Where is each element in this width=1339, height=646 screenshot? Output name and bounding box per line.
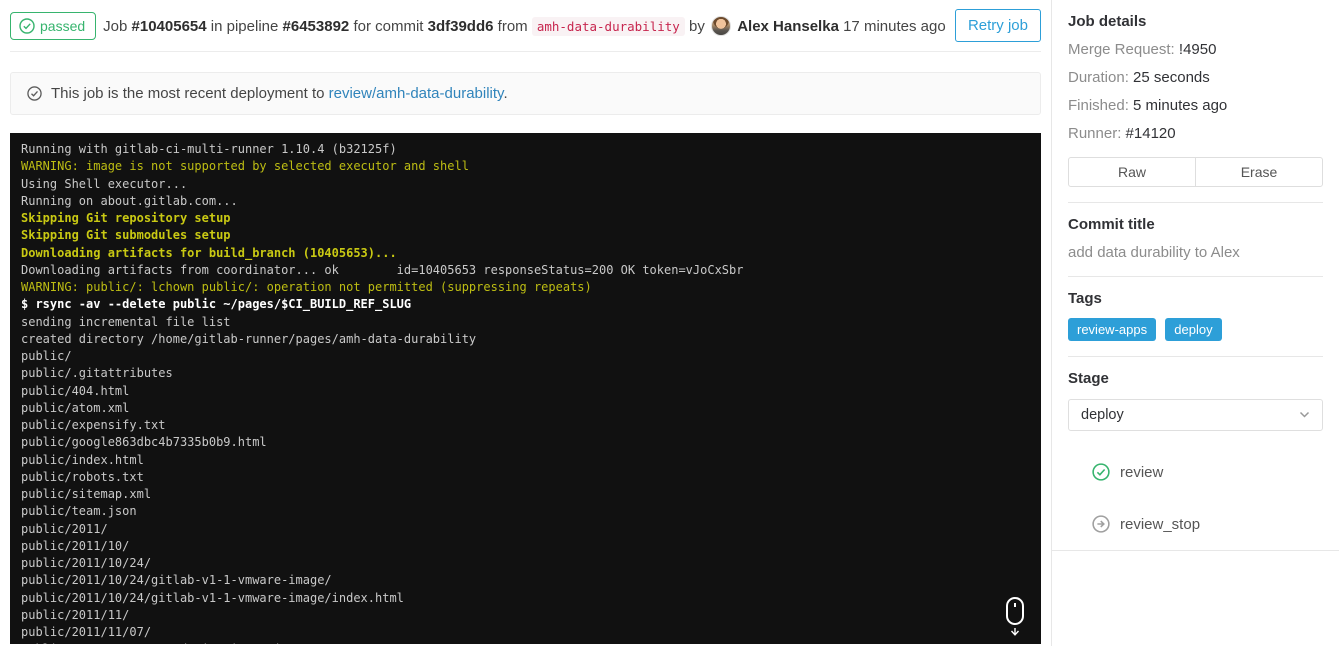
build-row-review[interactable]: review	[1052, 446, 1339, 498]
log-line: public/2011/10/24/gitlab-v1-1-vmware-ima…	[21, 590, 404, 605]
branch-ref-link[interactable]: amh-data-durability	[531, 16, 685, 36]
success-status-icon	[1092, 463, 1110, 481]
author-avatar[interactable]	[711, 15, 732, 36]
chevron-down-icon	[1299, 411, 1310, 419]
detail-value: 5 minutes ago	[1133, 97, 1228, 114]
stage-selected-value: deploy	[1081, 407, 1124, 423]
manual-status-icon	[1092, 515, 1110, 533]
log-line: public/2011/10/	[21, 538, 130, 553]
job-label: Job	[103, 17, 128, 35]
tags-block: Tags review-apps deploy	[1068, 277, 1323, 357]
stage-block: Stage deploy	[1068, 357, 1323, 446]
stage-dropdown[interactable]: deploy	[1068, 399, 1323, 431]
commit-sha-link[interactable]: 3df39dd6	[428, 18, 494, 35]
raw-button[interactable]: Raw	[1068, 157, 1196, 187]
deployment-notice: This job is the most recent deployment t…	[10, 72, 1041, 115]
log-line: WARNING: public/: lchown public/: operat…	[21, 280, 592, 294]
log-line: public/	[21, 349, 72, 363]
detail-merge-request: Merge Request: !4950	[1068, 41, 1323, 58]
job-sidebar: Job details Merge Request: !4950 Duratio…	[1051, 0, 1339, 646]
job-number: #10405654	[131, 17, 207, 35]
detail-value: 25 seconds	[1133, 69, 1210, 86]
log-line: Using Shell executor...	[21, 176, 188, 191]
tags-row: review-apps deploy	[1068, 318, 1323, 341]
status-label: passed	[40, 17, 86, 34]
status-badge: passed	[10, 11, 97, 40]
in-pipeline-label: in pipeline	[210, 17, 279, 35]
job-page: passed Job #10405654 in pipeline #645389…	[0, 0, 1339, 646]
detail-label: Merge Request:	[1068, 41, 1175, 58]
log-line: Downloading artifacts for build_branch (…	[21, 245, 397, 260]
author-name-link[interactable]: Alex Hanselka	[737, 18, 839, 35]
for-commit-label: for commit	[353, 17, 424, 35]
environment-link[interactable]: review/amh-data-durability	[329, 85, 504, 102]
status-check-icon	[19, 17, 35, 34]
log-line: Skipping Git submodules setup	[21, 228, 231, 243]
log-line: sending incremental file list	[21, 314, 231, 329]
detail-label: Runner:	[1068, 125, 1122, 142]
log-line: created directory /home/gitlab-runner/pa…	[21, 331, 477, 346]
log-line: $ rsync -av --delete public ~/pages/$CI_…	[21, 297, 412, 312]
log-line: Downloading artifacts from coordinator..…	[21, 262, 744, 277]
job-details-title: Job details	[1068, 13, 1147, 30]
pipeline-number-link[interactable]: #6453892	[283, 18, 350, 35]
from-label: from	[497, 17, 528, 35]
scroll-down-button[interactable]	[1003, 596, 1027, 638]
job-details-block: Job details Merge Request: !4950 Duratio…	[1068, 0, 1323, 203]
log-line: public/2011/	[21, 521, 108, 536]
tag-badge: deploy	[1165, 318, 1222, 341]
commit-title-heading: Commit title	[1068, 216, 1155, 233]
scroll-mouse-icon	[1003, 596, 1027, 638]
log-line: public/google863dbc4b7335b0b9.html	[21, 435, 267, 450]
job-log: Running with gitlab-ci-multi-runner 1.10…	[10, 133, 1041, 644]
log-line: public/404.html	[21, 383, 130, 398]
deployment-notice-text: This job is the most recent deployment t…	[51, 85, 508, 102]
log-line: public/expensify.txt	[21, 418, 166, 432]
commit-title-text: add data durability to Alex	[1068, 244, 1240, 261]
log-line: public/2011/11/	[21, 607, 130, 622]
log-line: public/atom.xml	[21, 400, 130, 415]
detail-finished: Finished: 5 minutes ago	[1068, 97, 1323, 114]
log-line: public/.gitattributes	[21, 366, 173, 381]
log-line: public/sitemap.xml	[21, 487, 152, 501]
log-line: public/2011/11/07/	[21, 625, 152, 639]
detail-duration: Duration: 25 seconds	[1068, 69, 1323, 86]
job-description: Job #10405654 in pipeline #6453892 for c…	[103, 15, 946, 36]
detail-label: Duration:	[1068, 69, 1129, 86]
job-header: passed Job #10405654 in pipeline #645389…	[10, 0, 1041, 52]
log-line: Skipping Git repository setup	[21, 211, 231, 225]
log-line: public/2011/10/24/gitlab-v1-1-vmware-ima…	[21, 573, 332, 588]
by-label: by	[689, 17, 705, 35]
log-line: WARNING: image is not supported by selec…	[21, 159, 469, 174]
notice-check-icon	[27, 86, 42, 101]
log-line: public/2011/10/24/	[21, 556, 152, 570]
tag-badge: review-apps	[1068, 318, 1157, 341]
log-line: Running on about.gitlab.com...	[21, 193, 238, 208]
log-actions: Raw Erase	[1068, 157, 1323, 187]
stage-heading: Stage	[1068, 370, 1109, 387]
detail-value: #14120	[1125, 125, 1176, 142]
build-row-review-stop[interactable]: review_stop	[1052, 498, 1339, 550]
main-column: passed Job #10405654 in pipeline #645389…	[0, 0, 1051, 646]
time-ago: 17 minutes ago	[843, 17, 946, 35]
log-line: public/robots.txt	[21, 469, 144, 484]
commit-title-block: Commit title add data durability to Alex	[1068, 203, 1323, 277]
erase-button[interactable]: Erase	[1195, 157, 1323, 187]
detail-runner: Runner: #14120	[1068, 125, 1323, 142]
log-line: public/team.json	[21, 504, 137, 519]
retry-job-button[interactable]: Retry job	[954, 9, 1041, 42]
merge-request-link[interactable]: !4950	[1179, 41, 1217, 58]
log-line: public/2011/11/07/new-design-is-coming/	[21, 641, 1030, 644]
detail-label: Finished:	[1068, 97, 1129, 114]
build-name: review	[1120, 463, 1164, 481]
log-line: Running with gitlab-ci-multi-runner 1.10…	[21, 142, 397, 156]
stage-builds-list: review review_stop	[1052, 446, 1339, 551]
log-lines: Running with gitlab-ci-multi-runner 1.10…	[21, 141, 1030, 644]
build-name: review_stop	[1120, 515, 1201, 533]
log-line: public/index.html	[21, 452, 144, 467]
tags-heading: Tags	[1068, 290, 1102, 307]
